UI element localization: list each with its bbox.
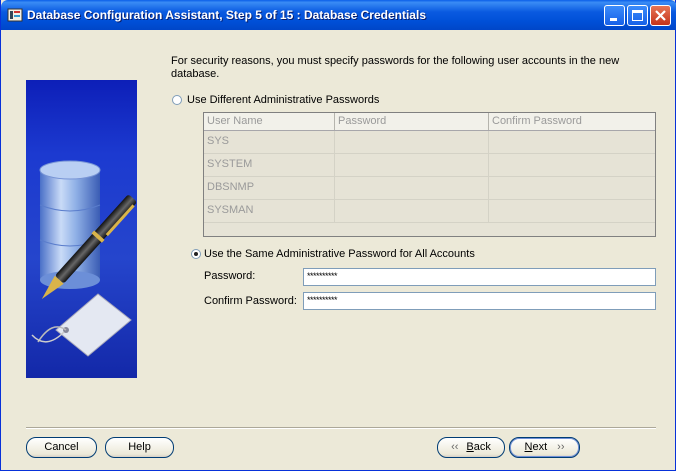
cancel-button[interactable]: Cancel xyxy=(26,437,97,458)
cell-username: SYS xyxy=(204,131,335,153)
cell-password xyxy=(335,131,489,153)
radio-same-password[interactable] xyxy=(191,249,201,259)
window-title: Database Configuration Assistant, Step 5… xyxy=(27,8,426,22)
cell-confirm xyxy=(489,154,655,176)
cell-confirm xyxy=(489,177,655,199)
table-row: SYSMAN xyxy=(204,200,655,223)
password-label: Password: xyxy=(204,270,256,282)
title-bar[interactable]: Database Configuration Assistant, Step 5… xyxy=(1,0,676,30)
back-button-mnemonic: B xyxy=(466,441,474,453)
cell-password xyxy=(335,154,489,176)
radio-different-passwords[interactable] xyxy=(172,95,182,105)
help-button[interactable]: Help xyxy=(105,437,174,458)
cell-password xyxy=(335,177,489,199)
accounts-table: User Name Password Confirm Password SYS … xyxy=(203,112,656,237)
wizard-illustration xyxy=(26,80,137,378)
app-icon xyxy=(7,7,23,23)
table-row: SYSTEM xyxy=(204,154,655,177)
table-row: SYS xyxy=(204,131,655,154)
cell-username: SYSTEM xyxy=(204,154,335,176)
radio-same-label[interactable]: Use the Same Administrative Password for… xyxy=(204,248,475,260)
next-button-label: ext xyxy=(532,441,548,453)
header-confirm: Confirm Password xyxy=(492,115,582,127)
back-button-label: ack xyxy=(473,441,491,453)
minimize-button[interactable] xyxy=(604,5,625,26)
close-button[interactable] xyxy=(650,5,671,26)
maximize-button[interactable] xyxy=(627,5,648,26)
cell-username: DBSNMP xyxy=(204,177,335,199)
back-arrow-icon: ‹‹ xyxy=(451,441,459,453)
password-field[interactable]: ********** xyxy=(303,268,656,286)
header-password: Password xyxy=(335,113,489,130)
intro-text: For security reasons, you must specify p… xyxy=(171,55,620,80)
footer-separator xyxy=(26,427,656,429)
confirm-password-label: Confirm Password: xyxy=(204,295,297,307)
back-button[interactable]: ‹‹ Back xyxy=(437,437,505,458)
confirm-password-field[interactable]: ********** xyxy=(303,292,656,310)
cell-confirm xyxy=(489,131,655,153)
header-username: User Name xyxy=(204,113,335,130)
next-arrow-icon: ›› xyxy=(557,441,565,453)
table-row: DBSNMP xyxy=(204,177,655,200)
cell-username: SYSMAN xyxy=(204,200,335,222)
radio-different-label[interactable]: Use Different Administrative Passwords xyxy=(187,94,379,106)
cell-password xyxy=(335,200,489,222)
next-button[interactable]: Next ›› xyxy=(509,437,580,458)
table-header: User Name Password Confirm Password xyxy=(204,113,655,131)
dialog-window: Database Configuration Assistant, Step 5… xyxy=(0,0,676,471)
cell-confirm xyxy=(489,200,655,222)
